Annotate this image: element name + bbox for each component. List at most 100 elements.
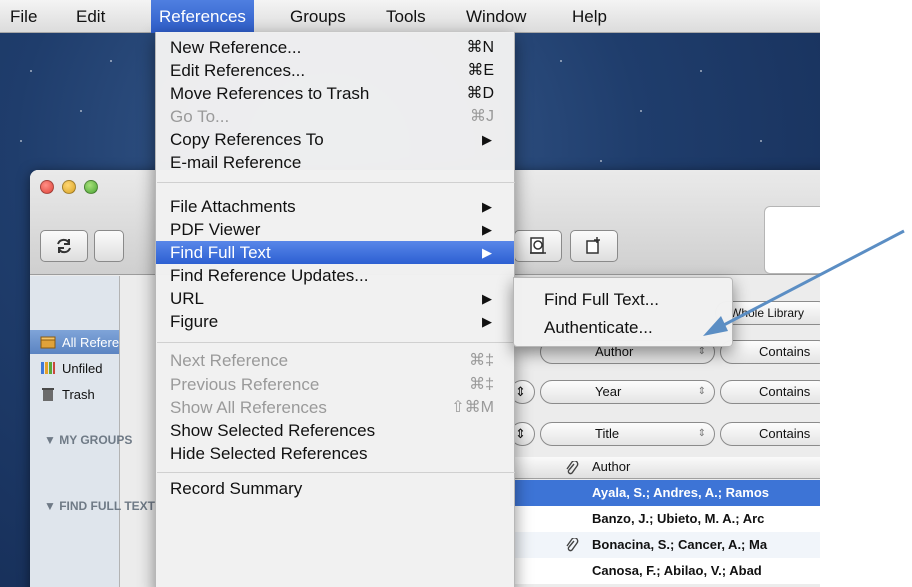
online-search-icon — [530, 237, 546, 254]
sidebar-header-find-full-text[interactable]: ▼ FIND FULL TEXT — [44, 499, 155, 513]
menu-item-url[interactable]: URL ▶ — [156, 287, 514, 310]
shortcut: ⌘E — [467, 62, 494, 79]
author-column-header[interactable]: Author — [592, 459, 630, 474]
menu-edit[interactable]: Edit — [68, 0, 113, 33]
search-operator-select[interactable]: Contains — [720, 380, 820, 404]
zoom-window-button[interactable] — [84, 180, 98, 194]
menu-item-file-attachments[interactable]: File Attachments ▶ — [156, 195, 514, 218]
desktop-star — [110, 60, 112, 62]
menu-tools[interactable]: Tools — [378, 0, 434, 33]
desktop-star — [80, 110, 82, 112]
table-row[interactable]: Ayala, S.; Andres, A.; Ramos — [510, 480, 820, 506]
reference-list-header: Author — [510, 457, 820, 479]
table-row[interactable]: Bonacina, S.; Cancer, A.; Ma — [510, 532, 820, 558]
disclosure-triangle-icon: ▼ — [44, 499, 60, 513]
menu-separator — [157, 342, 515, 343]
desktop-star — [30, 70, 32, 72]
quick-search-panel — [764, 206, 820, 274]
menu-item-email-reference[interactable]: E-mail Reference — [156, 151, 514, 174]
stepper-icon: ⇕ — [697, 386, 706, 397]
search-operator-select[interactable]: Contains — [720, 422, 820, 446]
screen: File Edit References Groups Tools Window… — [0, 0, 820, 587]
submenu-item-authenticate[interactable]: Authenticate... — [514, 316, 732, 340]
ref-author: Ayala, S.; Andres, A.; Ramos — [592, 485, 769, 500]
submenu-item-find-full-text[interactable]: Find Full Text... — [514, 288, 732, 312]
menu-item-edit-references[interactable]: Edit References... ⌘E — [156, 59, 514, 82]
search-row-year: ⇕ Year ⇕ Contains — [510, 380, 820, 406]
menu-item-previous-reference: Previous Reference ⌘‡ — [170, 375, 494, 394]
submenu-arrow-icon: ▶ — [482, 199, 492, 214]
desktop-star — [600, 160, 602, 162]
menu-file[interactable]: File — [2, 0, 45, 33]
submenu-arrow-icon: ▶ — [482, 222, 492, 237]
search-field-select[interactable]: Title ⇕ — [540, 422, 715, 446]
menu-separator — [157, 472, 515, 473]
menu-item-next-reference: Next Reference ⌘‡ — [170, 351, 494, 370]
online-search-button[interactable] — [514, 230, 562, 262]
references-menu: New Reference... ⌘N Edit References... ⌘… — [155, 32, 515, 587]
ref-author: Banzo, J.; Ubieto, M. A.; Arc — [592, 511, 765, 526]
menu-item-find-reference-updates[interactable]: Find Reference Updates... — [156, 264, 514, 287]
attachment-icon — [566, 538, 579, 552]
sidebar-header-my-groups[interactable]: ▼ MY GROUPS — [44, 433, 132, 447]
submenu-arrow-icon: ▶ — [482, 291, 492, 306]
sidebar-item-label: Unfiled — [62, 360, 103, 376]
submenu-arrow-icon: ▶ — [482, 245, 492, 260]
sidebar-item-trash[interactable]: Trash — [30, 382, 119, 406]
sidebar-item-label: Trash — [62, 386, 95, 402]
menu-item-new-reference[interactable]: New Reference... ⌘N — [156, 36, 514, 59]
sync-icon — [57, 238, 71, 254]
library-icon — [40, 336, 56, 349]
shortcut: ⌘‡ — [469, 352, 494, 369]
shortcut: ⌘D — [466, 85, 494, 102]
table-row[interactable]: Banzo, J.; Ubieto, M. A.; Arc — [510, 506, 820, 532]
menu-item-go-to: Go To... ⌘J — [170, 107, 494, 126]
shortcut: ⌘N — [466, 39, 494, 56]
menu-window[interactable]: Window — [458, 0, 534, 33]
desktop-star — [560, 60, 562, 62]
search-field-select[interactable]: Year ⇕ — [540, 380, 715, 404]
sidebar-item-unfiled[interactable]: Unfiled — [30, 356, 119, 380]
stepper-icon: ⇕ — [515, 384, 526, 399]
menu-item-record-summary[interactable]: Record Summary — [156, 477, 514, 500]
toolbar-button[interactable] — [94, 230, 124, 262]
menu-groups[interactable]: Groups — [282, 0, 354, 33]
desktop-star — [760, 140, 762, 142]
disclosure-triangle-icon: ▼ — [44, 433, 60, 447]
menu-references[interactable]: References — [151, 0, 254, 33]
menu-help[interactable]: Help — [564, 0, 615, 33]
unfiled-books-icon — [41, 362, 55, 374]
sidebar-item-label: All References — [62, 334, 119, 350]
stepper-icon: ⇕ — [697, 428, 706, 439]
new-reference-button[interactable] — [570, 230, 618, 262]
sync-button[interactable] — [40, 230, 88, 262]
menu-item-copy-references-to[interactable]: Copy References To ▶ — [156, 128, 514, 151]
groups-sidebar: All References Unfiled Trash ▼ M — [30, 276, 155, 587]
table-row[interactable]: Canosa, F.; Abilao, V.; Abad — [510, 558, 820, 584]
desktop-star — [700, 70, 702, 72]
menu-bar: File Edit References Groups Tools Window… — [0, 0, 820, 33]
menu-item-show-selected-references[interactable]: Show Selected References — [156, 419, 514, 442]
ref-author: Canosa, F.; Abilao, V.; Abad — [592, 563, 762, 578]
stepper-icon: ⇕ — [515, 426, 526, 441]
search-row-title: ⇕ Title ⇕ Contains — [510, 422, 820, 448]
desktop-star — [20, 140, 22, 142]
menu-item-move-to-trash[interactable]: Move References to Trash ⌘D — [156, 82, 514, 105]
menu-item-find-full-text[interactable]: Find Full Text ▶ — [156, 241, 514, 264]
menu-item-figure[interactable]: Figure ▶ — [156, 310, 514, 333]
stepper-icon: ⇕ — [697, 346, 706, 357]
desktop-star — [640, 110, 642, 112]
close-window-button[interactable] — [40, 180, 54, 194]
menu-item-hide-selected-references[interactable]: Hide Selected References — [156, 442, 514, 465]
search-operator-select[interactable]: Contains — [720, 340, 820, 364]
minimize-window-button[interactable] — [62, 180, 76, 194]
attachment-column-icon[interactable] — [565, 461, 579, 475]
menu-item-pdf-viewer[interactable]: PDF Viewer ▶ — [156, 218, 514, 241]
menu-item-show-all-references: Show All References ⇧⌘M — [170, 398, 494, 417]
submenu-arrow-icon: ▶ — [482, 132, 492, 147]
ref-author: Bonacina, S.; Cancer, A.; Ma — [592, 537, 768, 552]
find-full-text-submenu: Find Full Text... Authenticate... — [513, 277, 733, 347]
shortcut: ⌘J — [470, 108, 494, 125]
page-margin — [820, 0, 912, 587]
sidebar-item-all-references[interactable]: All References — [30, 330, 119, 354]
